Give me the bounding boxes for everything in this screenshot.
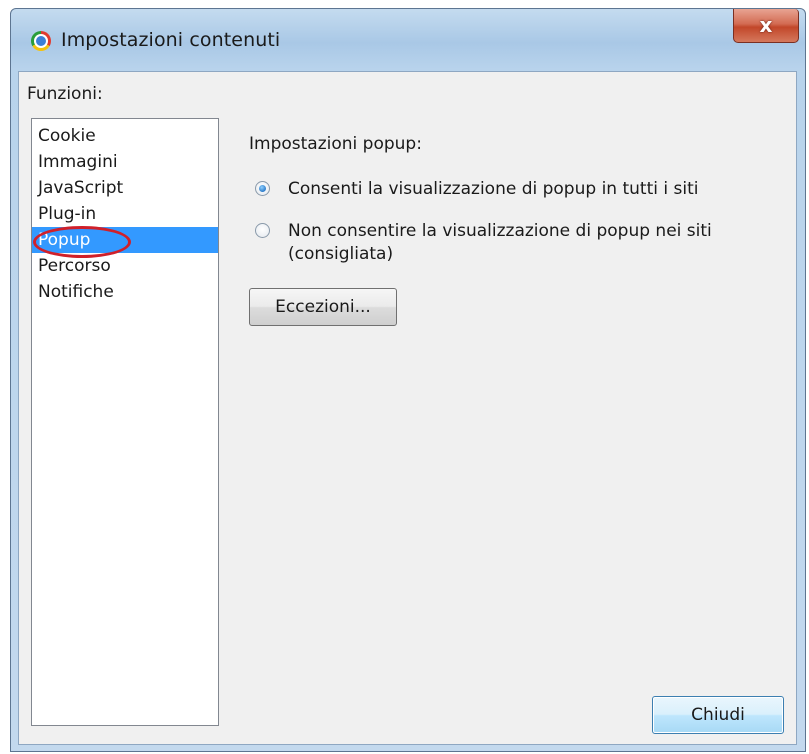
radio-block-popups-row[interactable]: Non consentire la visualizzazione di pop…	[255, 220, 712, 266]
radio-block-popups[interactable]	[255, 223, 270, 238]
features-label: Funzioni:	[27, 84, 103, 104]
list-item-notifiche[interactable]: Notifiche	[32, 279, 218, 305]
window-title: Impostazioni contenuti	[61, 29, 281, 51]
radio-block-popups-label-line1: Non consentire la visualizzazione di pop…	[288, 221, 712, 241]
radio-allow-popups-label: Consenti la visualizzazione di popup in …	[288, 179, 699, 199]
popup-settings-heading: Impostazioni popup:	[249, 134, 422, 154]
chrome-icon	[31, 31, 51, 51]
radio-allow-popups-row[interactable]: Consenti la visualizzazione di popup in …	[255, 178, 698, 201]
radio-allow-popups[interactable]	[255, 181, 270, 196]
exceptions-button[interactable]: Eccezioni...	[249, 288, 397, 326]
close-button[interactable]: Chiudi	[652, 696, 784, 734]
close-icon: x	[759, 13, 773, 37]
window-close-button[interactable]: x	[733, 9, 799, 43]
radio-block-popups-label: Non consentire la visualizzazione di pop…	[288, 220, 712, 266]
features-list[interactable]: Cookie Immagini JavaScript Plug-in Popup…	[31, 118, 219, 726]
list-item-percorso[interactable]: Percorso	[32, 253, 218, 279]
list-item-cookie[interactable]: Cookie	[32, 123, 218, 149]
list-item-javascript[interactable]: JavaScript	[32, 175, 218, 201]
title-bar[interactable]: Impostazioni contenuti x	[11, 9, 805, 71]
content-settings-dialog: Impostazioni contenuti x Funzioni: Cooki…	[10, 8, 806, 752]
list-item-immagini[interactable]: Immagini	[32, 149, 218, 175]
list-item-plug-in[interactable]: Plug-in	[32, 201, 218, 227]
dialog-body: Funzioni: Cookie Immagini JavaScript Plu…	[18, 71, 797, 745]
radio-block-popups-label-line2: (consigliata)	[288, 244, 394, 264]
list-item-popup[interactable]: Popup	[32, 227, 218, 253]
